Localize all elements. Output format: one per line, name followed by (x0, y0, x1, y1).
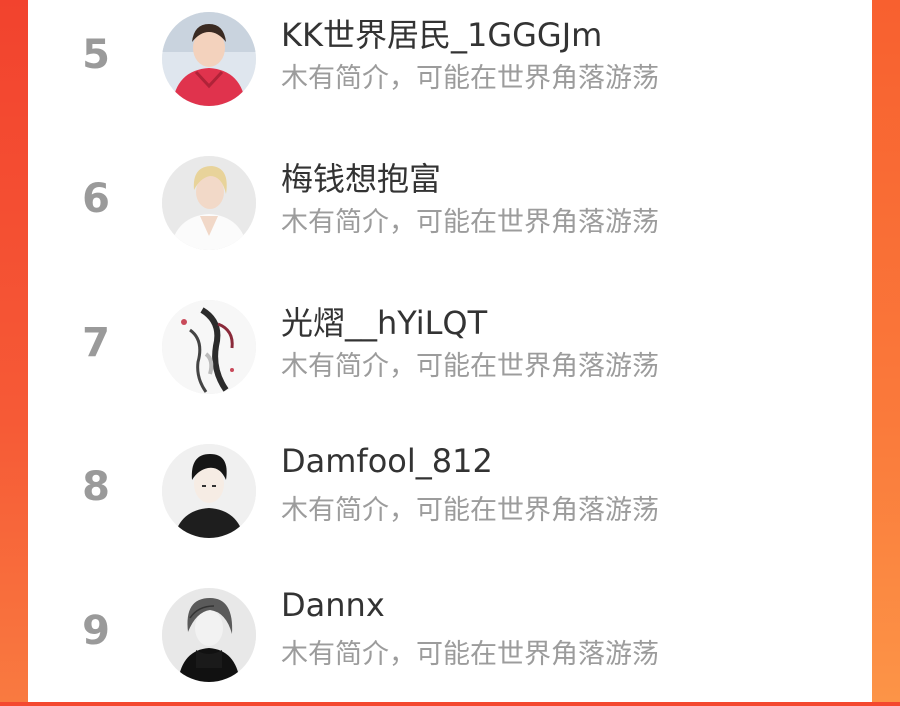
background-left-edge (0, 0, 28, 702)
user-name[interactable]: Dannx (281, 586, 385, 624)
user-name[interactable]: KK世界居民_1GGGJm (281, 10, 602, 56)
sketch-long-hair-portrait-avatar-icon[interactable] (162, 588, 256, 682)
ranking-row[interactable]: 9 Dannx 木有简介，可能在世界角落游荡 (28, 576, 872, 706)
sketch-man-portrait-avatar-icon[interactable] (162, 444, 256, 538)
rank-number: 6 (82, 176, 110, 222)
ranking-row[interactable]: 6 梅钱想抱富 木有简介，可能在世界角落游荡 (28, 144, 872, 274)
user-name[interactable]: Damfool_812 (281, 442, 493, 480)
rank-number: 8 (82, 464, 110, 510)
user-bio: 木有简介，可能在世界角落游荡 (281, 495, 659, 526)
rank-number: 7 (82, 320, 110, 366)
person-red-jacket-avatar-icon[interactable] (162, 12, 256, 106)
rank-number: 9 (82, 608, 110, 654)
ranking-row[interactable]: 8 Damfool_812 木有简介，可能在世界角落游荡 (28, 432, 872, 562)
user-name[interactable]: 光熠__hYiLQT (281, 298, 487, 344)
ranking-row[interactable]: 7 光熠__hYiLQT 木有简介，可能在世界角落游荡 (28, 288, 872, 418)
user-bio: 木有简介，可能在世界角落游荡 (281, 351, 659, 382)
ink-illustration-figure-avatar-icon[interactable] (162, 300, 256, 394)
rank-number: 5 (82, 32, 110, 78)
user-bio: 木有简介，可能在世界角落游荡 (281, 207, 659, 238)
user-bio: 木有简介，可能在世界角落游荡 (281, 63, 659, 94)
ranking-list-panel: 5 KK世界居民_1GGGJm 木有简介，可能在世界角落游荡 6 梅钱想抱富 木… (28, 0, 872, 702)
user-bio: 木有简介，可能在世界角落游荡 (281, 639, 659, 670)
background-right-edge (872, 0, 900, 702)
user-name[interactable]: 梅钱想抱富 (281, 154, 441, 200)
blonde-person-white-shirt-avatar-icon[interactable] (162, 156, 256, 250)
ranking-row[interactable]: 5 KK世界居民_1GGGJm 木有简介，可能在世界角落游荡 (28, 0, 872, 130)
